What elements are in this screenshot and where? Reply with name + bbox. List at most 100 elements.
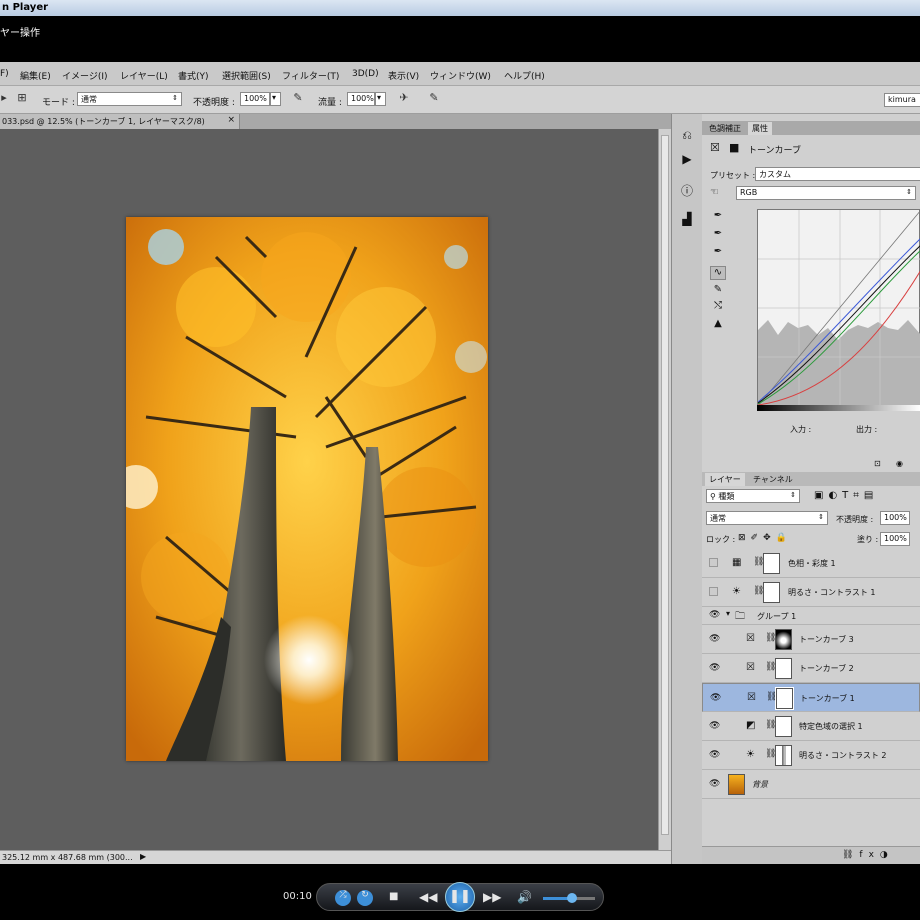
layer-row[interactable]: ▦ ⛓ 色相・彩度 1 [702, 549, 920, 578]
volume-thumb[interactable] [567, 893, 577, 903]
menu-select[interactable]: 選択範囲(S) [222, 69, 271, 82]
history-icon[interactable]: ⎌ [678, 128, 696, 146]
layer-mask-thumb[interactable] [775, 687, 794, 710]
layer-row[interactable]: ☀ ⛓ 明るさ・コントラスト 1 [702, 578, 920, 607]
layer-filter-select[interactable]: ⚲ 種類 ⇕ [706, 489, 800, 503]
histogram-icon[interactable]: ▟ [678, 212, 696, 230]
menu-image[interactable]: イメージ(I) [62, 69, 108, 82]
layer-mask-thumb[interactable] [763, 553, 780, 574]
playback-time: 00:10 [283, 891, 312, 902]
eyedropper-white-icon[interactable]: ✒ [710, 246, 726, 260]
status-bar: 325.12 mm x 487.68 mm (300... ▶ [0, 850, 671, 864]
fill-input[interactable]: 100% [880, 532, 910, 546]
layer-mask-thumb[interactable] [775, 745, 792, 766]
smooth-icon[interactable]: ⤭ [710, 300, 726, 314]
opacity-input[interactable]: 100% [240, 92, 270, 106]
layer-row[interactable]: 👁 ☒ ⛓ トーンカーブ 3 [702, 625, 920, 654]
scrollbar-thumb[interactable] [661, 135, 669, 835]
lock-icons[interactable]: ⊠✐✥🔒 [738, 533, 792, 543]
opacity-dropdown-icon[interactable]: ▾ [270, 92, 281, 106]
clipping-warning-icon[interactable]: ▲ [710, 318, 726, 332]
eyedropper-gray-icon[interactable]: ✒ [710, 228, 726, 242]
menu-help[interactable]: ヘルプ(H) [504, 69, 545, 82]
layer-group-row[interactable]: 👁 ▾ 🗀 グループ 1 [702, 607, 920, 625]
pressure-opacity-icon[interactable]: ✎ [290, 91, 306, 107]
curves-icon: ☒ [746, 662, 755, 673]
menu-edit[interactable]: 編集(E) [20, 69, 51, 82]
eyedropper-black-icon[interactable]: ✒ [710, 210, 726, 224]
menu-layer[interactable]: レイヤー(L) [120, 69, 168, 82]
fast-forward-icon[interactable]: ▶▶ [483, 890, 501, 904]
visibility-box[interactable] [709, 587, 718, 596]
tab-adjustments[interactable]: 色調補正 [705, 122, 745, 135]
eye-icon[interactable]: 👁 [709, 779, 720, 789]
mode-label: モード : [42, 98, 75, 108]
mode-select[interactable]: 通常 ⇕ [77, 92, 182, 106]
chevron-updown-icon: ⇕ [906, 188, 912, 196]
background-thumb[interactable] [728, 774, 745, 795]
eye-icon[interactable]: 👁 [709, 663, 720, 673]
menu-view[interactable]: 表示(V) [388, 69, 419, 82]
layer-opacity-input[interactable]: 100% [880, 511, 910, 525]
preset-select[interactable]: カスタム [755, 167, 920, 181]
pencil-icon[interactable]: ✎ [710, 284, 726, 298]
flow-dropdown-icon[interactable]: ▾ [375, 92, 386, 106]
vertical-scrollbar[interactable] [658, 129, 671, 850]
pressure-size-icon[interactable]: ✎ [426, 91, 442, 107]
volume-slider[interactable] [543, 893, 595, 903]
blend-mode-select[interactable]: 通常 ⇕ [706, 511, 828, 525]
layer-mask-thumb[interactable] [775, 629, 792, 650]
player-menu-label[interactable]: ヤー操作 [0, 24, 40, 39]
layer-row[interactable]: 👁 ☀ ⛓ 明るさ・コントラスト 2 [702, 741, 920, 770]
menu-type[interactable]: 書式(Y) [178, 69, 209, 82]
layer-row[interactable]: 👁 背景 [702, 770, 920, 799]
layer-mask-thumb[interactable] [775, 658, 792, 679]
tab-channels[interactable]: チャンネル [749, 473, 797, 486]
shuffle-icon[interactable]: ⤮ [335, 890, 351, 906]
layer-footer-icons[interactable]: ⛓fx◑ [842, 850, 894, 860]
layer-mask-thumb[interactable] [763, 582, 780, 603]
menu-3d[interactable]: 3D(D) [352, 69, 379, 79]
actions-play-icon[interactable]: ▶ [678, 152, 696, 170]
airbrush-icon[interactable]: ✈ [396, 91, 412, 107]
eye-icon[interactable]: 👁 [709, 634, 720, 644]
control-pill: ⤮ ↻ ■ ◀◀ ❚❚ ▶▶ 🔊 [316, 882, 604, 912]
eye-icon[interactable]: 👁 [709, 750, 720, 760]
layer-row-selected[interactable]: 👁 ☒ ⛓ トーンカーブ 1 [702, 683, 920, 712]
stop-icon[interactable]: ■ [389, 891, 398, 902]
layer-row[interactable]: 👁 ◩ ⛓ 特定色域の選択 1 [702, 712, 920, 741]
layer-filter-icons[interactable]: ▣◐T⌗▤ [814, 490, 878, 501]
target-adjust-icon[interactable]: ☜ [710, 187, 719, 198]
chevron-down-icon[interactable]: ▾ [726, 609, 730, 618]
curve-point-icon[interactable]: ∿ [710, 266, 726, 280]
pause-icon[interactable]: ❚❚ [445, 882, 475, 912]
eye-icon[interactable]: 👁 [709, 610, 720, 620]
layer-mask-thumb[interactable] [775, 716, 792, 737]
document-tab[interactable]: 033.psd @ 12.5% (トーンカーブ 1, レイヤーマスク/8) × [0, 114, 240, 129]
visibility-box[interactable] [709, 558, 718, 567]
status-menu-arrow-icon[interactable]: ▶ [140, 852, 146, 861]
eye-icon[interactable]: 👁 [709, 721, 720, 731]
channel-select[interactable]: RGB ⇕ [736, 186, 916, 200]
tab-layers[interactable]: レイヤー [705, 473, 745, 486]
tab-properties[interactable]: 属性 [748, 122, 772, 135]
volume-icon[interactable]: 🔊 [517, 890, 532, 904]
menu-filter[interactable]: フィルター(T) [282, 69, 339, 82]
eye-toggle-icon[interactable]: ◉ [896, 459, 903, 468]
layer-name: トーンカーブ 3 [799, 635, 854, 644]
brush-panel-icon[interactable]: ⊞ [14, 91, 30, 107]
menu-file[interactable]: F) [0, 69, 9, 79]
clip-to-layer-icon[interactable]: ⊡ [874, 459, 881, 468]
brush-preset-arrow-icon[interactable]: ▸ [0, 91, 8, 107]
layer-row[interactable]: 👁 ☒ ⛓ トーンカーブ 2 [702, 654, 920, 683]
eye-icon[interactable]: 👁 [710, 693, 721, 703]
layer-mask-icon[interactable]: ■ [729, 141, 739, 154]
repeat-icon[interactable]: ↻ [357, 890, 373, 906]
close-icon[interactable]: × [227, 115, 235, 125]
workspace-select[interactable]: kimura [884, 93, 920, 107]
info-icon[interactable]: ⓘ [678, 182, 696, 200]
curves-graph[interactable] [757, 209, 920, 407]
rewind-icon[interactable]: ◀◀ [419, 890, 437, 904]
flow-input[interactable]: 100% [347, 92, 375, 106]
menu-window[interactable]: ウィンドウ(W) [430, 69, 491, 82]
